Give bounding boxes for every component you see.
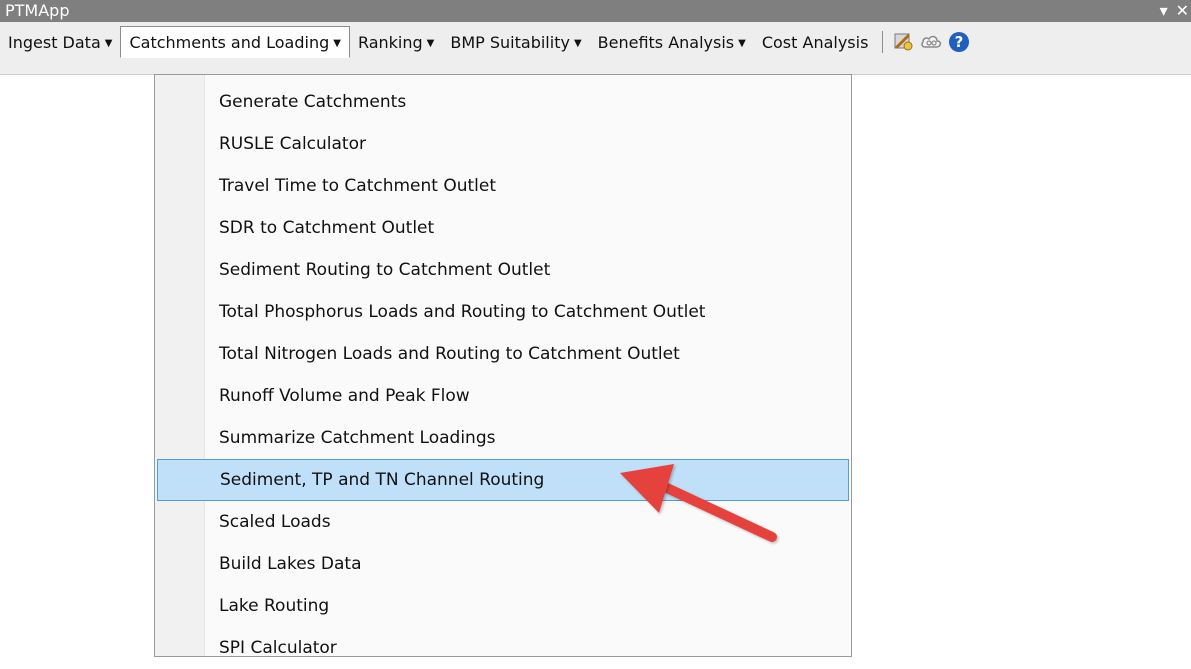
menu-label: BMP Suitability <box>450 32 570 52</box>
menu-item-sdr[interactable]: SDR to Catchment Outlet <box>155 207 851 249</box>
ptmapp-toolbar-window: PTMApp ▾ ✕ Ingest Data ▼ Catchments and … <box>0 0 1191 75</box>
menu-item-total-nitrogen[interactable]: Total Nitrogen Loads and Routing to Catc… <box>155 333 851 375</box>
menu-item-lake-routing[interactable]: Lake Routing <box>155 585 851 627</box>
help-icon[interactable]: ? <box>945 28 973 56</box>
tools-icon[interactable] <box>889 28 917 56</box>
menu-item-rusle-calculator[interactable]: RUSLE Calculator <box>155 123 851 165</box>
menu-row: Ingest Data ▼ Catchments and Loading ▼ R… <box>0 26 973 58</box>
menu-item-summarize-loadings[interactable]: Summarize Catchment Loadings <box>155 417 851 459</box>
menu-item-travel-time[interactable]: Travel Time to Catchment Outlet <box>155 165 851 207</box>
menu-cost-analysis[interactable]: Cost Analysis <box>754 26 877 58</box>
dropdown-control-icon[interactable]: ▾ <box>1160 0 1168 22</box>
menu-benefits-analysis[interactable]: Benefits Analysis ▼ <box>590 26 754 58</box>
menu-item-total-phosphorus[interactable]: Total Phosphorus Loads and Routing to Ca… <box>155 291 851 333</box>
menu-item-label: RUSLE Calculator <box>219 134 366 154</box>
menu-label: Catchments and Loading <box>129 32 330 52</box>
menu-item-runoff-volume[interactable]: Runoff Volume and Peak Flow <box>155 375 851 417</box>
menu-item-sediment-routing[interactable]: Sediment Routing to Catchment Outlet <box>155 249 851 291</box>
menu-item-label: SDR to Catchment Outlet <box>219 218 435 238</box>
menu-bmp-suitability[interactable]: BMP Suitability ▼ <box>442 26 589 58</box>
menu-label: Cost Analysis <box>761 32 869 52</box>
menu-item-label: Total Phosphorus Loads and Routing to Ca… <box>219 302 706 322</box>
window-controls: ▾ ✕ <box>1152 0 1189 22</box>
annotation-arrow <box>620 464 777 542</box>
menu-item-generate-catchments[interactable]: Generate Catchments <box>155 81 851 123</box>
menu-catchments-and-loading[interactable]: Catchments and Loading ▼ <box>120 26 350 58</box>
menu-item-label: Sediment, TP and TN Channel Routing <box>220 470 545 490</box>
menu-ingest-data[interactable]: Ingest Data ▼ <box>0 26 120 58</box>
menu-item-label: Summarize Catchment Loadings <box>219 428 496 448</box>
window-title: PTMApp <box>5 1 70 20</box>
cloud-icon[interactable] <box>917 28 945 56</box>
menu-item-label: Total Nitrogen Loads and Routing to Catc… <box>219 344 680 364</box>
menu-item-label: Scaled Loads <box>219 512 331 532</box>
menu-item-label: Travel Time to Catchment Outlet <box>219 176 497 196</box>
menu-label: Ingest Data <box>8 32 101 52</box>
chevron-down-icon: ▼ <box>426 37 435 49</box>
close-icon[interactable]: ✕ <box>1176 0 1189 22</box>
chevron-down-icon: ▼ <box>573 37 582 49</box>
menu-item-label: SPI Calculator <box>219 638 337 658</box>
svg-text:?: ? <box>955 33 964 51</box>
menu-label: Benefits Analysis <box>597 32 735 52</box>
menu-label: Ranking <box>357 32 423 52</box>
toolbar-divider <box>882 31 884 53</box>
menu-item-spi-calculator[interactable]: SPI Calculator <box>155 627 851 669</box>
menu-item-label: Runoff Volume and Peak Flow <box>219 386 470 406</box>
chevron-down-icon: ▼ <box>333 37 341 49</box>
menu-item-label: Lake Routing <box>219 596 330 616</box>
menu-item-label: Generate Catchments <box>219 92 407 112</box>
chevron-down-icon: ▼ <box>104 37 113 49</box>
menu-ranking[interactable]: Ranking ▼ <box>350 26 442 58</box>
menu-bar: Ingest Data ▼ Catchments and Loading ▼ R… <box>0 22 1191 75</box>
menu-item-label: Build Lakes Data <box>219 554 362 574</box>
menu-item-label: Sediment Routing to Catchment Outlet <box>219 260 551 280</box>
catchments-dropdown-menu: Generate Catchments RUSLE Calculator Tra… <box>154 74 852 658</box>
dropdown-item-list: Generate Catchments RUSLE Calculator Tra… <box>155 81 851 669</box>
window-titlebar: PTMApp ▾ ✕ <box>0 0 1191 22</box>
chevron-down-icon: ▼ <box>738 37 746 49</box>
